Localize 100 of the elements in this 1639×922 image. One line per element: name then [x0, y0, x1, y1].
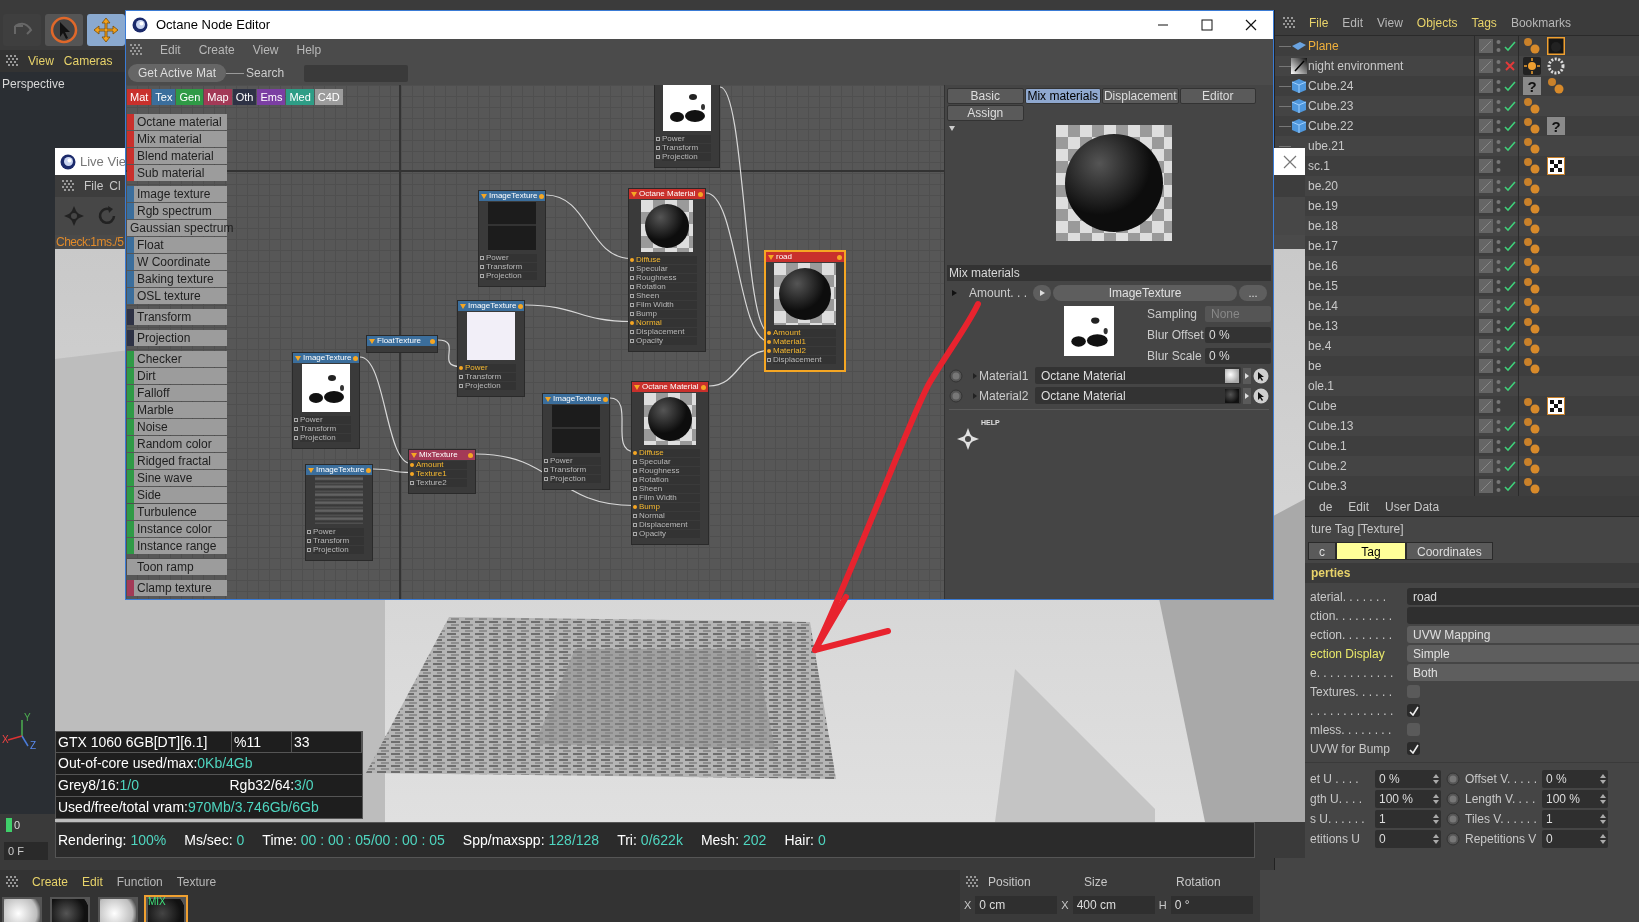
check-icon[interactable]: [1504, 280, 1516, 292]
material-tag-icon[interactable]: [1523, 397, 1541, 415]
select-tool-button[interactable]: [45, 14, 83, 46]
number-field[interactable]: 0 cm: [975, 896, 1058, 914]
material-tag-icon[interactable]: [1523, 457, 1541, 475]
visibility-dots-icon[interactable]: [1496, 399, 1501, 413]
frame-field[interactable]: 0 F: [4, 842, 48, 860]
visibility-dots-icon[interactable]: [1496, 299, 1501, 313]
category-tab[interactable]: Mat: [127, 89, 152, 105]
menu-item[interactable]: View: [28, 52, 54, 70]
tab[interactable]: Displacement: [1102, 88, 1179, 104]
radio-icon[interactable]: [949, 368, 963, 383]
number-field[interactable]: 400 cm: [1072, 896, 1155, 914]
visibility-dots-icon[interactable]: [1496, 99, 1501, 113]
spinner-arrows-icon[interactable]: [1433, 793, 1441, 804]
pointer-icon[interactable]: [1253, 387, 1269, 404]
palette-item[interactable]: Image texture: [127, 186, 227, 202]
palette-item[interactable]: Checker: [127, 351, 227, 367]
object-name[interactable]: Cube.22: [1308, 117, 1354, 135]
pointer-icon[interactable]: [1253, 367, 1269, 384]
collapse-triangle-icon[interactable]: [369, 338, 375, 344]
graph-node[interactable]: road Amount Material1 Material2 Displacement: [766, 252, 844, 370]
menu-item[interactable]: de: [1319, 497, 1333, 516]
object-name[interactable]: be.19: [1308, 197, 1339, 215]
category-tab[interactable]: Tex: [152, 89, 176, 105]
graph-node[interactable]: ImageTexture Power Transform Projection: [305, 464, 373, 561]
object-name[interactable]: be.4: [1308, 337, 1332, 355]
number-field[interactable]: 0: [1375, 829, 1441, 848]
palette-item[interactable]: Instance color: [127, 521, 227, 537]
object-name[interactable]: Cube: [1308, 397, 1337, 415]
collapse-triangle-icon[interactable]: [295, 355, 301, 361]
material-tag-icon[interactable]: [1523, 237, 1541, 255]
visibility-dots-icon[interactable]: [1496, 39, 1501, 53]
output-port-icon[interactable]: [430, 338, 435, 344]
collapse-triangle-icon[interactable]: [768, 254, 774, 260]
check-icon[interactable]: [1504, 320, 1516, 332]
output-port-icon[interactable]: [353, 355, 359, 361]
object-name[interactable]: ube.21: [1308, 137, 1345, 155]
menu-item[interactable]: View: [252, 41, 279, 59]
menu-item[interactable]: Edit: [82, 873, 103, 891]
tab[interactable]: Basic: [947, 88, 1024, 104]
dropdown[interactable]: Both: [1407, 664, 1639, 681]
menu-item[interactable]: File: [1309, 13, 1329, 32]
graph-node[interactable]: FloatTexture: [366, 335, 438, 353]
material-tag-icon[interactable]: [1523, 357, 1541, 375]
menu-item[interactable]: Function: [116, 873, 163, 891]
object-name[interactable]: Cube.24: [1308, 77, 1354, 95]
menu-item[interactable]: Create: [198, 41, 235, 59]
spinner-arrows-icon[interactable]: [1433, 833, 1441, 844]
visibility-dots-icon[interactable]: [1496, 119, 1501, 133]
number-field[interactable]: 0 %: [1205, 327, 1271, 343]
number-field[interactable]: 100 %: [1375, 789, 1441, 808]
check-icon[interactable]: [1504, 200, 1516, 212]
collapse-triangle-icon[interactable]: [411, 452, 417, 458]
palette-item[interactable]: Side: [127, 487, 227, 503]
object-name[interactable]: Cube.23: [1308, 97, 1354, 115]
check-icon[interactable]: [1504, 480, 1516, 492]
material-tag-icon[interactable]: [1523, 277, 1541, 295]
object-name[interactable]: ole.1: [1308, 377, 1335, 395]
collapse-triangle-icon[interactable]: [631, 191, 637, 197]
category-tab[interactable]: Gen: [176, 89, 204, 105]
palette-item[interactable]: Marble: [127, 402, 227, 418]
link-button[interactable]: [1033, 285, 1051, 301]
close-icon[interactable]: [1283, 154, 1297, 169]
output-port-icon[interactable]: [837, 254, 842, 260]
checkbox[interactable]: [1407, 704, 1420, 717]
visibility-dots-icon[interactable]: [1496, 259, 1501, 273]
object-name[interactable]: be.18: [1308, 217, 1339, 235]
output-port-icon[interactable]: [698, 191, 703, 197]
node-graph-canvas[interactable]: [126, 85, 944, 599]
checker-icon[interactable]: [1547, 397, 1565, 415]
spinner-arrows-icon[interactable]: [1600, 793, 1608, 804]
check-icon[interactable]: [1504, 300, 1516, 312]
output-port-icon[interactable]: [539, 193, 545, 199]
menu-item[interactable]: User Data: [1385, 497, 1440, 516]
visibility-dots-icon[interactable]: [1496, 479, 1501, 493]
menu-item[interactable]: Edit: [160, 41, 181, 59]
check-icon[interactable]: [1504, 40, 1516, 52]
sun-icon[interactable]: [1523, 57, 1541, 75]
number-field[interactable]: 1: [1542, 809, 1608, 828]
palette-item[interactable]: Transform: [127, 309, 227, 325]
palette-item[interactable]: Projection: [127, 330, 227, 346]
check-icon[interactable]: [1504, 220, 1516, 232]
palette-item[interactable]: Falloff: [127, 385, 227, 401]
node-header[interactable]: FloatTexture: [367, 336, 437, 346]
check-icon[interactable]: [1504, 360, 1516, 372]
object-name[interactable]: Plane: [1308, 37, 1339, 55]
menu-item[interactable]: Edit: [1342, 13, 1364, 32]
node-header[interactable]: ImageTexture: [306, 465, 372, 475]
node-header[interactable]: MixTexture: [409, 450, 475, 460]
object-name[interactable]: sc.1: [1308, 157, 1330, 175]
menu-item[interactable]: View: [1377, 13, 1403, 32]
radio-icon[interactable]: [1446, 771, 1460, 786]
material-tag-icon[interactable]: [1523, 217, 1541, 235]
palette-item[interactable]: Blend material: [127, 148, 227, 164]
check-icon[interactable]: [1504, 440, 1516, 452]
node-header[interactable]: road: [766, 252, 844, 262]
object-name[interactable]: be.20: [1308, 177, 1339, 195]
check-icon[interactable]: [1504, 100, 1516, 112]
tab[interactable]: Assign: [947, 105, 1024, 121]
